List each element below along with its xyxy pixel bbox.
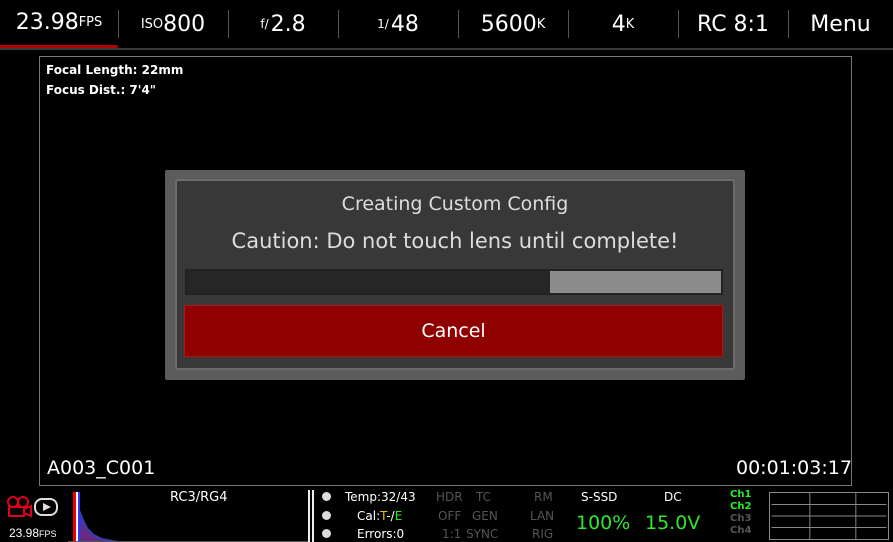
progress-fill — [187, 271, 551, 293]
record-camera-icon[interactable] — [6, 494, 32, 518]
timecode: 00:01:03:17 — [736, 457, 852, 479]
progress-bar — [185, 269, 723, 295]
temperature: Temp:32/43 — [345, 490, 416, 504]
divider — [308, 490, 310, 542]
playback-icon[interactable] — [34, 498, 58, 516]
focal-length: Focal Length: 22mm — [46, 63, 184, 77]
tc-gen: GEN — [472, 509, 498, 523]
channel-2: Ch2 — [730, 501, 752, 512]
status-dot — [322, 511, 331, 520]
white-balance-button[interactable]: 5600 K — [458, 0, 568, 48]
status-dot — [322, 529, 331, 538]
focus-distance: Focus Dist.: 7'4" — [46, 83, 157, 97]
iso-button[interactable]: ISO 800 — [118, 0, 228, 48]
rm-label: RM — [534, 490, 553, 504]
ratio: 1:1 — [442, 527, 462, 541]
cal-sep: -/ — [386, 509, 395, 523]
fps-value: 23.98 — [15, 10, 79, 35]
bottom-fps-value: 23.98 — [9, 526, 40, 540]
audio-meters — [769, 492, 889, 540]
status-dot — [322, 492, 331, 501]
bottom-fps: 23.98FPS — [9, 526, 57, 540]
channel-1: Ch1 — [730, 489, 752, 500]
shutter-value: 48 — [390, 11, 419, 37]
clip-name: A003_C001 — [47, 457, 156, 479]
fps-button[interactable]: 23.98 FPS — [0, 0, 118, 48]
shutter-button[interactable]: 1/48 — [338, 0, 458, 48]
channel-4: Ch4 — [730, 525, 752, 536]
iso-value: 800 — [163, 11, 206, 37]
tc-label: TC — [476, 490, 492, 504]
resolution-button[interactable]: 4K — [568, 0, 678, 48]
compression-button[interactable]: RC 8:1 — [678, 0, 788, 48]
white-balance-unit: K — [536, 16, 546, 32]
menu-button[interactable]: Menu — [788, 0, 893, 48]
shutter-prefix: 1/ — [377, 17, 389, 31]
menu-label: Menu — [810, 11, 871, 37]
media-value: 100% — [576, 512, 631, 534]
errors: Errors:0 — [357, 527, 405, 541]
rm-lan: LAN — [530, 509, 555, 523]
iso-prefix: ISO — [140, 16, 164, 32]
white-balance-value: 5600 — [480, 11, 537, 37]
calibration-status: Cal:T-/E — [357, 509, 402, 523]
power-label: DC — [664, 490, 682, 504]
divider — [312, 490, 314, 542]
cal-prefix: Cal: — [357, 509, 381, 523]
top-status-bar: 23.98 FPS ISO 800 f/2.8 1/48 5600 K 4K RC 8… — [0, 0, 893, 50]
aperture-value: 2.8 — [270, 11, 306, 37]
hdr-value: OFF — [438, 509, 462, 523]
hdr-label: HDR — [436, 490, 463, 504]
aperture-prefix: f/ — [260, 17, 269, 31]
power-value: 15.0V — [645, 512, 701, 534]
aperture-button[interactable]: f/2.8 — [228, 0, 338, 48]
cancel-label: Cancel — [421, 320, 486, 342]
tc-sync: SYNC — [466, 527, 499, 541]
resolution-value: 4 — [611, 11, 626, 37]
dialog-title: Creating Custom Config — [341, 193, 569, 215]
cal-e: E — [394, 509, 403, 523]
channel-3: Ch3 — [730, 513, 752, 524]
resolution-unit: K — [625, 16, 635, 32]
media-label: S-SSD — [581, 490, 618, 504]
bottom-fps-unit: FPS — [39, 529, 57, 539]
histogram-label: RC3/RG4 — [170, 490, 228, 505]
compression-value: RC 8:1 — [697, 11, 769, 37]
rm-rig: RIG — [532, 527, 554, 541]
cancel-button[interactable]: Cancel — [184, 305, 723, 357]
fps-unit: FPS — [78, 15, 103, 30]
dialog-message: Caution: Do not touch lens until complet… — [231, 229, 679, 253]
